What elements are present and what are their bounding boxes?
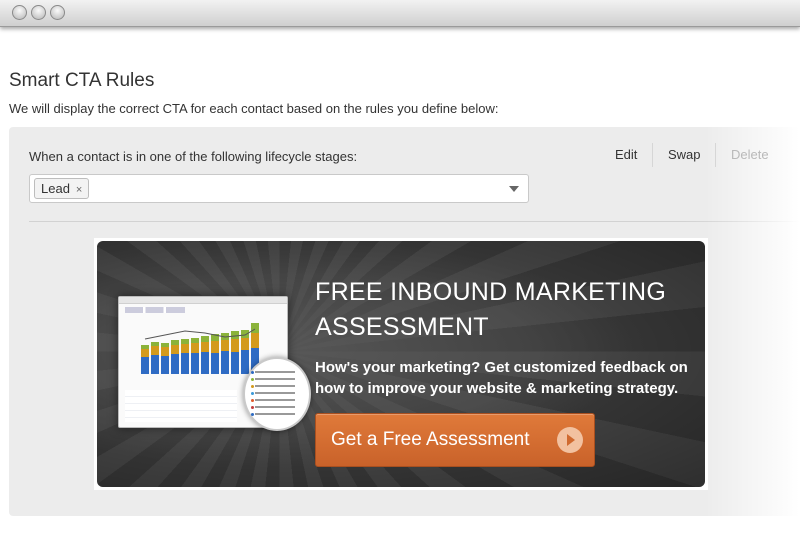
page-subtitle: We will display the correct CTA for each… — [9, 101, 499, 116]
swap-button[interactable]: Swap — [668, 147, 701, 162]
delete-button[interactable]: Delete — [731, 147, 769, 162]
rule-label: When a contact is in one of the followin… — [29, 149, 358, 164]
remove-token-icon[interactable]: × — [76, 184, 82, 196]
window-zoom-button[interactable] — [50, 5, 65, 20]
stage-token-lead: Lead × — [34, 178, 90, 199]
action-separator — [652, 143, 653, 167]
cta-body: How's your marketing? Get customized fee… — [315, 359, 688, 397]
chart-legend-magnifier — [243, 357, 311, 431]
dashboard-screenshot-image — [118, 296, 311, 431]
divider — [29, 221, 800, 222]
rule-panel: When a contact is in one of the followin… — [9, 127, 800, 516]
cta-headline: FREE INBOUND MARKETING ASSESSMENT — [315, 278, 667, 341]
chevron-down-icon[interactable] — [509, 186, 519, 192]
play-arrow-icon — [557, 427, 583, 453]
get-free-assessment-button[interactable]: Get a Free Assessment — [315, 413, 595, 467]
window-titlebar — [0, 0, 800, 27]
window-minimize-button[interactable] — [31, 5, 46, 20]
page-title: Smart CTA Rules — [9, 70, 155, 91]
cta-banner[interactable]: FREE INBOUND MARKETING ASSESSMENT How's … — [97, 241, 705, 487]
stacked-bar-chart-illustration — [141, 323, 259, 374]
lifecycle-stage-select[interactable]: Lead × — [29, 174, 529, 203]
cta-button-label: Get a Free Assessment — [331, 429, 530, 450]
cta-preview: FREE INBOUND MARKETING ASSESSMENT How's … — [94, 238, 708, 490]
stage-token-label: Lead — [41, 181, 70, 196]
window-close-button[interactable] — [12, 5, 27, 20]
action-separator — [715, 143, 716, 167]
edit-button[interactable]: Edit — [615, 147, 637, 162]
